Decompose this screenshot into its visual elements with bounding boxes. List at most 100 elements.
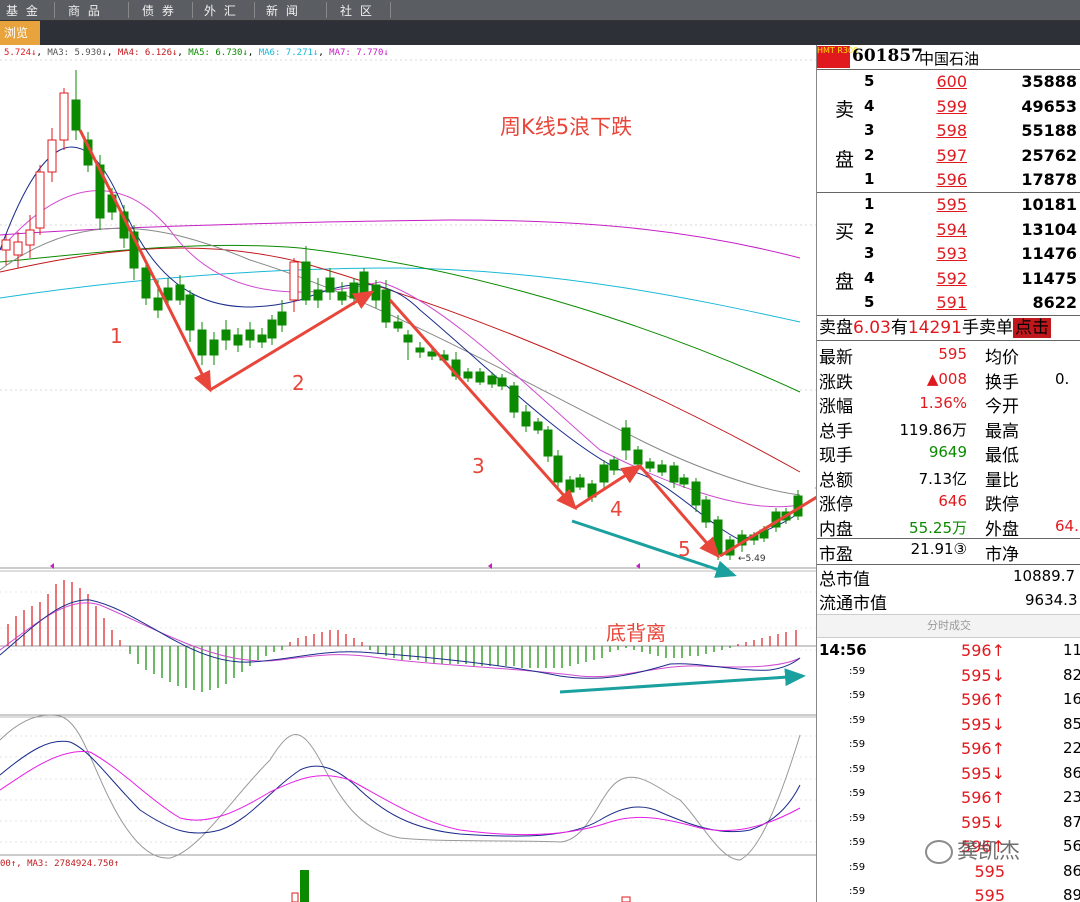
ask-volume: 49653 [1021, 96, 1077, 116]
bid-price: 594 [936, 219, 967, 239]
tick-volume: 89 [1063, 886, 1080, 902]
tick-volume: 86 [1063, 763, 1080, 782]
buy-label-top: 买 [835, 221, 855, 243]
pe-value: 21.91③ [910, 540, 967, 558]
quote-panel: HMT R300 601857 中国石油 卖 盘 5 600 35888 4 599 49… [816, 45, 1080, 902]
stat-label: 最新 [819, 348, 853, 368]
ma-legend: 5.724↓, MA3: 5.930↓, MA4: 6.126↓, MA5: 6… [4, 48, 389, 58]
bid-volume: 13104 [1021, 219, 1077, 239]
menu-item-fund[interactable]: 基 金 [6, 2, 40, 19]
tab-browse[interactable]: 浏览 [0, 21, 40, 45]
bid-volume: 10181 [1021, 195, 1077, 214]
buy-label-bottom: 盘 [835, 271, 855, 293]
ask-level: 1 [864, 170, 875, 188]
tick-time: 14:56 [819, 641, 867, 659]
pb-label: 市净 [985, 545, 1019, 565]
bid-level: 1 [864, 195, 875, 213]
stat-label-2: 今开 [985, 397, 1019, 417]
stat-label-2: 外盘 [985, 519, 1019, 540]
stat-label: 涨跌 [819, 372, 853, 393]
menu-item-community[interactable]: 社 区 [340, 2, 374, 19]
tick-time: :59 [849, 690, 866, 701]
divider [817, 192, 1080, 193]
menu-separator [326, 2, 327, 18]
menu-separator [192, 2, 193, 18]
divider [817, 340, 1080, 341]
volume-legend: 00↑, MA3: 2784924.750↑ [0, 859, 119, 869]
bid-level: 4 [864, 268, 875, 287]
stat-label: 现手 [819, 446, 853, 466]
menu-item-bond[interactable]: 债 券 [142, 2, 176, 19]
ma-legend-ma4: MA4: 6.126↓ [118, 48, 178, 58]
divider [817, 538, 1080, 539]
stat-label: 总手 [819, 421, 853, 442]
menu-item-news[interactable]: 新 闻 [266, 2, 300, 19]
tick-volume: 11 [1063, 641, 1080, 659]
tick-volume: 16 [1063, 690, 1080, 708]
tick-price: 596↑ [961, 739, 1005, 758]
bid-price: 593 [936, 244, 967, 263]
ask-volume: 35888 [1021, 72, 1077, 91]
ticks-header[interactable]: 分时成交 [817, 614, 1080, 638]
stat-value: 55.25万 [909, 518, 967, 537]
ask-price: 597 [936, 145, 967, 165]
stat-label-2: 换手 [985, 372, 1019, 393]
divergence-annotation: 底背离 [606, 621, 666, 645]
bid-level: 2 [864, 219, 875, 238]
ma-legend-ma2: 5.724↓ [4, 48, 37, 58]
ask-volume: 55188 [1021, 121, 1077, 140]
tick-price: 595↓ [961, 665, 1005, 685]
stat-label: 总额 [819, 470, 853, 491]
hmt-badge: HMT R300 [817, 46, 858, 68]
float-cap-value: 9634.3 [1025, 591, 1078, 609]
bid-price: 595 [936, 195, 967, 214]
ask-level: 3 [864, 121, 875, 139]
wave-label-1: 1 [110, 324, 123, 348]
stat-value: 595 [938, 345, 967, 363]
menu-item-forex[interactable]: 外 汇 [204, 2, 238, 19]
ma-legend-ma7: MA7: 7.770↓ [329, 48, 389, 58]
divider [817, 69, 1080, 70]
stat-label-2: 跌停 [985, 495, 1019, 515]
stat-value: 9649 [928, 443, 967, 461]
stat-value: ▲008 [926, 369, 967, 388]
sell-order-label: 卖盘 [819, 318, 853, 338]
ask-level: 2 [864, 145, 875, 164]
chart-annotation-title: 周K线5浪下跌 [500, 115, 632, 139]
bid-volume: 11476 [1021, 244, 1077, 263]
stat-label: 涨幅 [819, 397, 853, 417]
menu-separator [390, 2, 391, 18]
sell-order-volume: 14291 [907, 318, 962, 338]
tick-time: :59 [849, 763, 866, 775]
stat-label: 涨停 [819, 495, 853, 515]
kline-chart[interactable]: 5.724↓, MA3: 5.930↓, MA4: 6.126↓, MA5: 6… [0, 45, 816, 902]
ma-legend-ma3: MA3: 5.930↓ [47, 48, 107, 58]
wave-label-5: 5 [678, 537, 691, 561]
click-button[interactable]: 点击 [1012, 318, 1051, 338]
market-cap-value: 10889.7 [1013, 567, 1076, 585]
sell-order-have: 有 [890, 318, 908, 338]
ask-price: 598 [936, 121, 967, 140]
sell-label-bottom: 盘 [835, 149, 855, 171]
bid-volume: 11475 [1021, 268, 1077, 288]
tick-volume: 87 [1063, 812, 1080, 831]
divider [817, 315, 1080, 316]
ask-price: 596 [936, 170, 967, 189]
tick-price: 595↓ [961, 714, 1005, 734]
tick-time: :59 [849, 837, 866, 848]
tick-price: 596↑ [961, 641, 1005, 660]
watermark-text: 龚凯杰 [957, 839, 1020, 863]
bid-price: 592 [936, 268, 967, 288]
sell-order-unit: 手卖单 [961, 318, 1013, 338]
bid-volume: 8622 [1032, 293, 1077, 312]
tick-time: :59 [849, 812, 866, 824]
stock-name: 中国石油 [919, 50, 980, 68]
menu-item-commodity[interactable]: 商 品 [68, 2, 102, 19]
tick-volume: 86 [1063, 861, 1080, 880]
tick-price: 595↓ [961, 763, 1005, 783]
sell-order-bar[interactable]: 卖盘6.03有14291手卖单 点击 [819, 317, 1051, 339]
sub-toolbar [0, 21, 1080, 45]
ask-level: 4 [864, 96, 875, 115]
ask-level: 5 [864, 72, 875, 90]
watermark: 龚凯杰 [925, 835, 1020, 865]
